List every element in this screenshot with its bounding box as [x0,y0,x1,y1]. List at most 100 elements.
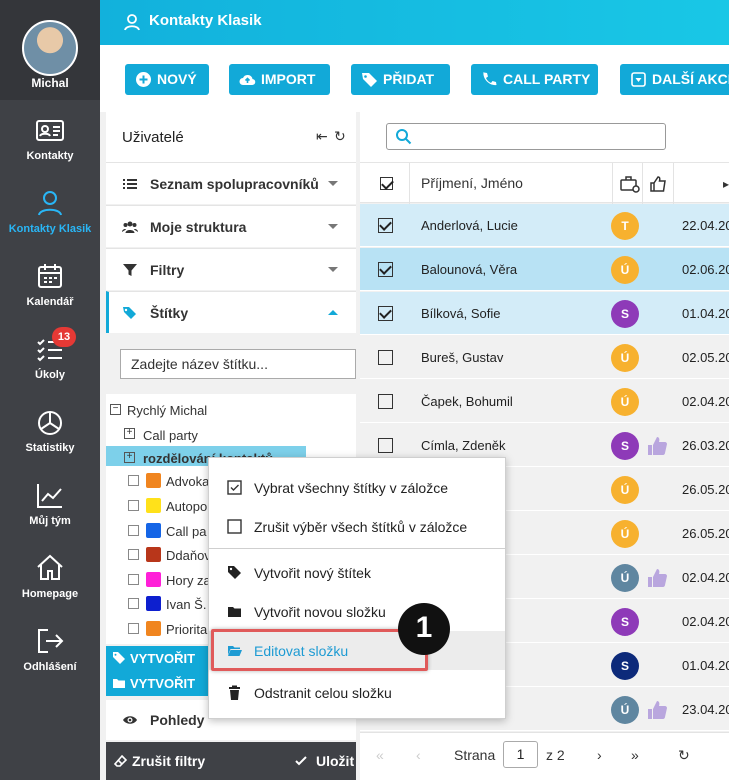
contact-name[interactable]: Balounová, Věra [421,262,517,277]
menu-item-select-all-tags[interactable]: Vybrat všechny štítky v záložce [209,468,505,507]
tag-item[interactable]: Priorita [166,622,207,637]
contact-name[interactable]: Čapek, Bohumil [421,394,513,409]
home-icon [37,554,63,580]
row-checkbox[interactable] [378,218,393,233]
row-checkbox[interactable] [378,394,393,409]
nav-item-statistiky[interactable]: Statistiky [0,392,100,465]
accordion-my-structure[interactable]: Moje struktura [106,205,356,247]
tag-checkbox[interactable] [128,623,139,634]
tree-folder-call-party[interactable]: Call party [143,428,198,443]
nav-item-kalendar[interactable]: Kalendář [0,246,100,319]
thumbs-up-icon[interactable] [649,175,669,193]
owner-avatar: S [611,652,639,680]
person-icon [38,191,62,216]
contact-name[interactable]: Anderlová, Lucie [421,218,518,233]
grid-toolbar [360,112,729,162]
call-party-button[interactable]: CALL PARTY [471,64,598,95]
page-number-input[interactable]: 1 [503,741,538,768]
table-row[interactable]: Bureš, Gustav Ú 02.05.20 [360,336,729,379]
owner-avatar: T [611,212,639,240]
prev-page-icon[interactable]: ‹ [416,747,421,763]
column-divider [409,163,410,204]
table-row[interactable]: Balounová, Věra Ú 02.06.20 [360,248,729,291]
tag-checkbox[interactable] [128,500,139,511]
select-all-checkbox[interactable] [380,177,393,190]
nav-item-homepage[interactable]: Homepage [0,538,100,611]
first-page-icon[interactable]: « [376,747,384,763]
tag-item[interactable]: Call pa [166,524,206,539]
menu-item-delete-folder[interactable]: Odstranit celou složku [209,673,505,712]
owner-avatar: Ú [611,696,639,724]
menu-item-create-folder[interactable]: Vytvořit novou složku [209,592,505,631]
owner-avatar: Ú [611,388,639,416]
avatar[interactable] [22,20,78,76]
last-page-icon[interactable]: » [631,747,639,763]
add-tag-button[interactable]: PŘIDAT [351,64,450,95]
date-cell: 02.04.20 [682,614,729,629]
tree-root[interactable]: Rychlý Michal [127,403,207,418]
tag-checkbox[interactable] [128,525,139,536]
new-button-label: NOVÝ [157,71,197,87]
tag-checkbox[interactable] [128,574,139,585]
contact-name[interactable]: Bureš, Gustav [421,350,503,365]
table-row[interactable]: Bílková, Sofie S 01.04.20 [360,292,729,335]
expand-icon[interactable]: + [124,452,135,463]
contact-name[interactable]: Címla, Zdeněk [421,438,506,453]
accordion-filters[interactable]: Filtry [106,248,356,290]
save-button[interactable]: Uložit [294,753,354,769]
row-checkbox[interactable] [378,262,393,277]
tag-item[interactable]: Ivan Š. [166,597,206,612]
menu-item-deselect-all-tags[interactable]: Zrušit výběr všech štítků v záložce [209,507,505,546]
nav-item-muj-tym[interactable]: Můj tým [0,465,100,538]
folder-icon [228,607,241,617]
tag-color-swatch [146,596,161,611]
tag-item[interactable]: Hory za [166,573,211,588]
owner-avatar: S [611,432,639,460]
clear-filters-button[interactable]: Zrušit filtry [114,753,205,769]
tag-color-swatch [146,572,161,587]
more-actions-button[interactable]: DALŠÍ AKCE [620,64,729,95]
highlight-callout [211,629,428,671]
nav-item-kontakty[interactable]: Kontakty [0,100,100,173]
nav-item-odhlaseni[interactable]: Odhlášení [0,611,100,684]
tag-checkbox[interactable] [128,475,139,486]
table-row[interactable]: Anderlová, Lucie T 22.04.20 [360,204,729,247]
row-checkbox[interactable] [378,306,393,321]
new-button[interactable]: NOVÝ [125,64,209,95]
refresh-icon[interactable]: ↻ [678,747,690,764]
nav-item-ukoly[interactable]: 13 Úkoly [0,319,100,392]
tag-item[interactable]: Advoka [166,474,209,489]
nav-item-kontakty-klasik[interactable]: Kontakty Klasik [0,173,100,246]
tasks-count-badge: 13 [52,327,76,347]
row-checkbox[interactable] [378,438,393,453]
contact-name[interactable]: Bílková, Sofie [421,306,501,321]
collapse-icon[interactable]: − [110,404,121,415]
import-button[interactable]: IMPORT [229,64,330,95]
tag-color-swatch [146,523,161,538]
accordion-label: Pohledy [150,712,205,728]
row-checkbox[interactable] [378,350,393,365]
create-tag-button[interactable]: VYTVOŘIT [106,646,210,671]
accordion-collaborators[interactable]: Seznam spolupracovníků [106,162,356,204]
accordion-tags[interactable]: Štítky [106,291,356,333]
briefcase-icon[interactable] [620,175,640,193]
tag-item[interactable]: Autopo [166,499,207,514]
create-folder-button[interactable]: VYTVOŘIT [106,671,210,696]
tag-search-input[interactable]: Zadejte název štítku... [120,349,356,379]
column-header-name[interactable]: Příjmení, Jméno [421,175,523,191]
tag-item[interactable]: Ddaňov [166,548,211,563]
user-profile[interactable]: Michal [0,0,100,100]
table-row[interactable]: Čapek, Bohumil Ú 02.04.20 [360,380,729,423]
tag-checkbox[interactable] [128,549,139,560]
search-input[interactable] [386,123,666,150]
collapse-panel-icon[interactable]: ⇤ [316,128,328,145]
tag-icon [113,652,125,664]
tag-checkbox[interactable] [128,598,139,609]
next-page-icon[interactable]: › [597,747,602,763]
expand-icon[interactable]: + [124,428,135,439]
tag-folder-context-menu: Vybrat všechny štítky v záložce Zrušit v… [208,457,506,719]
column-sort-arrow[interactable]: ▸ [723,177,729,191]
left-navigation: Michal Kontakty Kontakty Klasik Kalendář… [0,0,100,780]
menu-item-create-tag[interactable]: Vytvořit nový štítek [209,553,505,592]
refresh-icon[interactable]: ↻ [334,128,346,145]
